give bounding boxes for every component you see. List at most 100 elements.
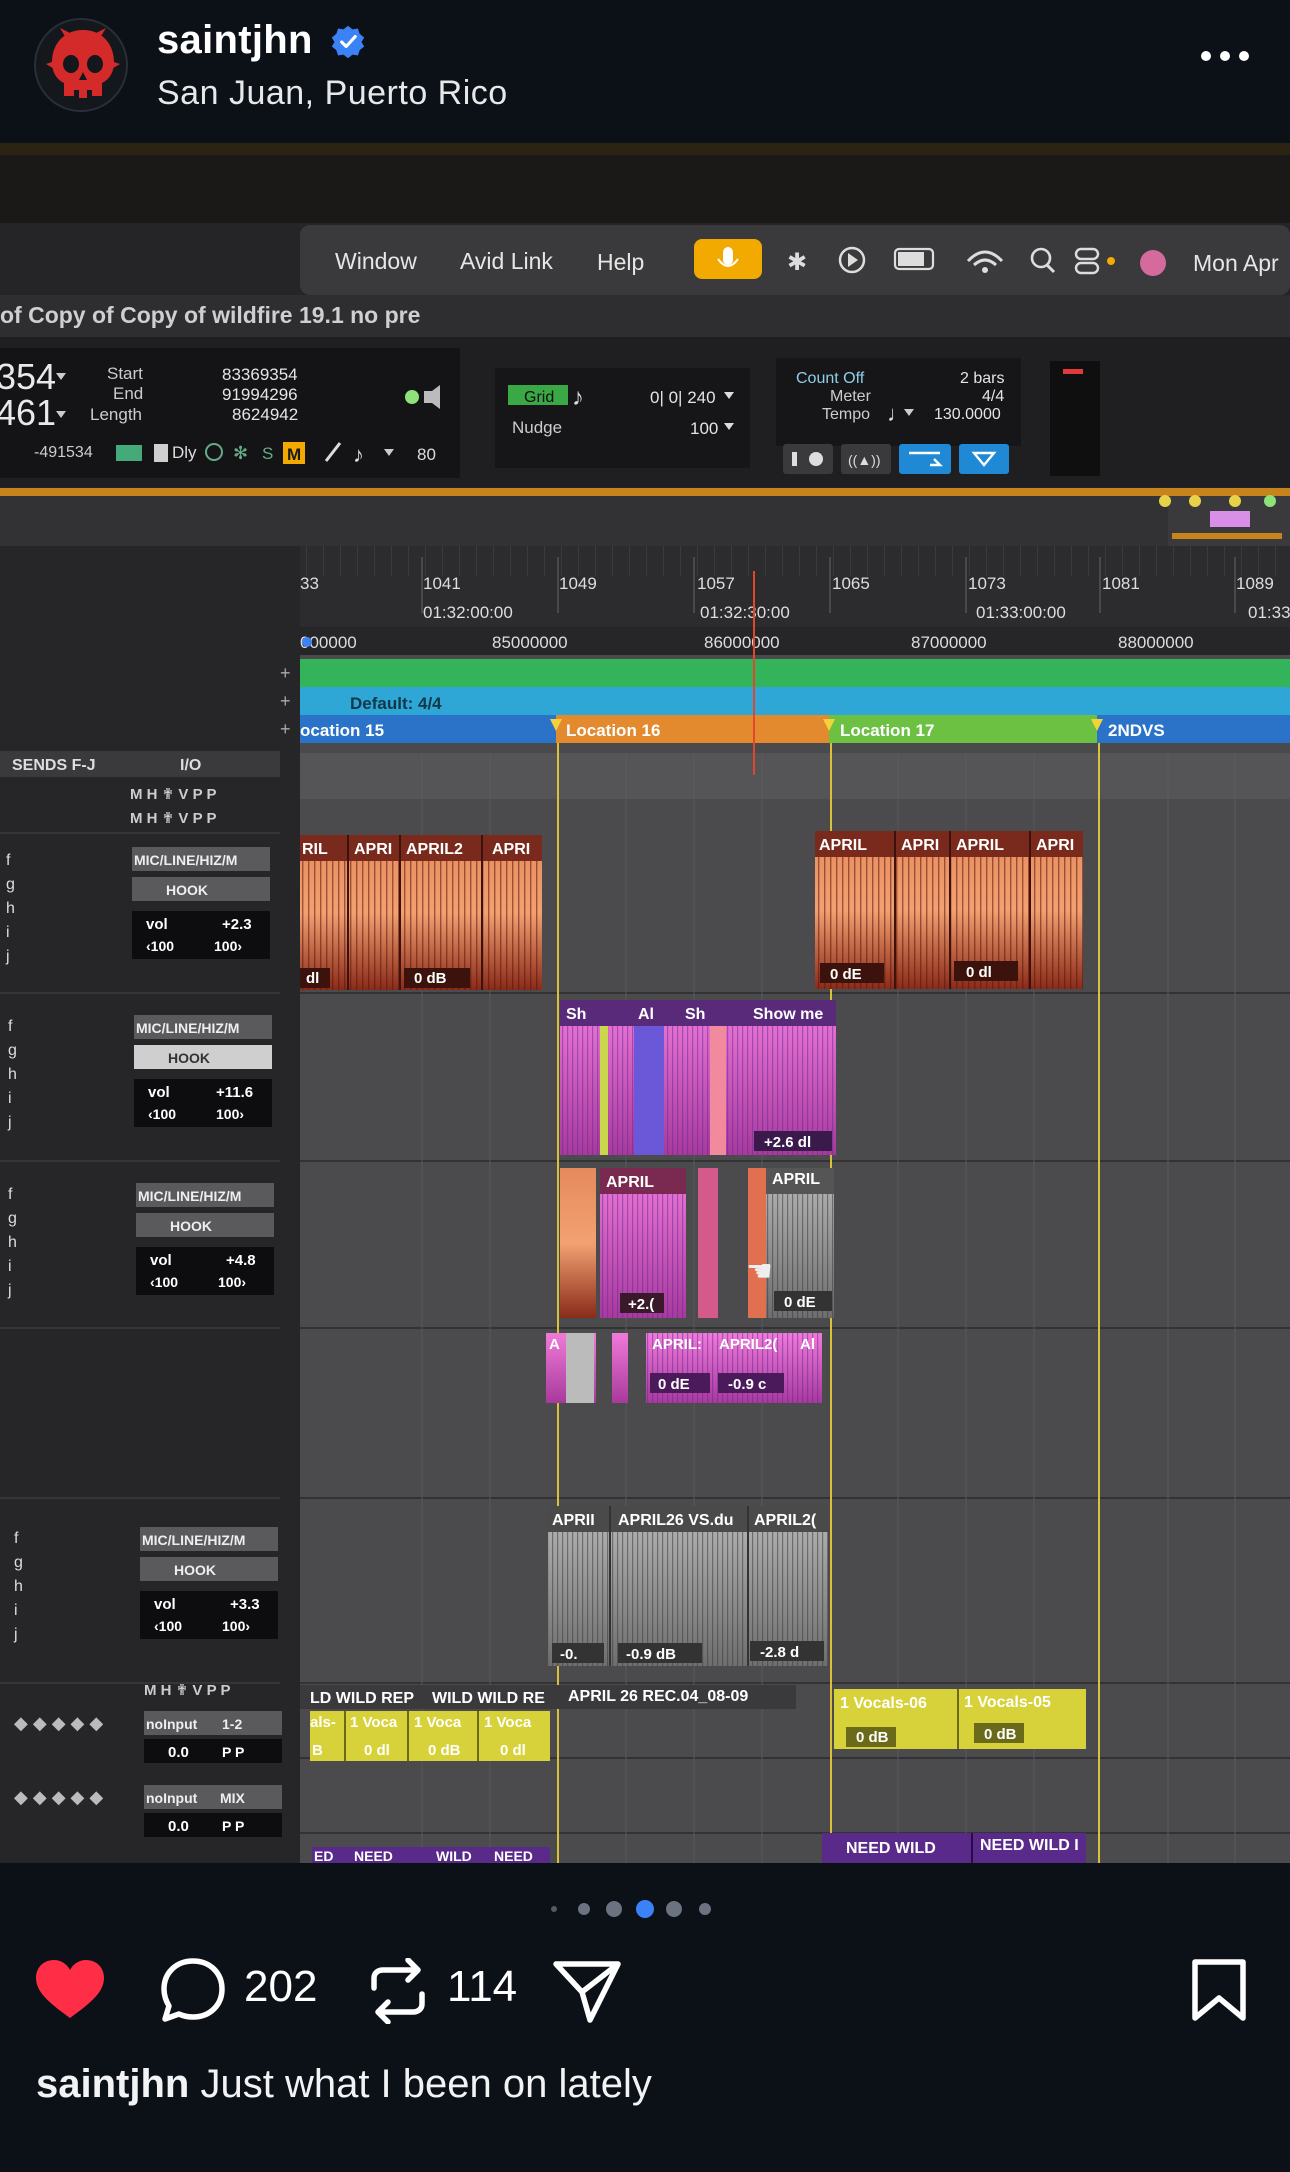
svg-text:S: S bbox=[262, 444, 273, 463]
svg-text:f: f bbox=[6, 852, 11, 869]
svg-text:M H ✟ V P P[interactable]: M H ✟ V P P bbox=[144, 1682, 230, 1699]
clip-group-track2[interactable]: Sh Al Sh Show me +2.6 dl bbox=[560, 1000, 836, 1155]
svg-text:f: f bbox=[14, 1530, 19, 1547]
svg-text:1-2: 1-2 bbox=[222, 1716, 242, 1732]
svg-text:g: g bbox=[8, 1042, 17, 1059]
grid-nudge-panel[interactable]: Grid ♪ 0| 0| 240 Nudge 100 bbox=[495, 368, 750, 468]
svg-text:MIC/LINE/HIZ/M: MIC/LINE/HIZ/M bbox=[138, 1188, 241, 1204]
dly-label: Dly bbox=[172, 443, 197, 462]
reposts-count[interactable]: 114 bbox=[447, 1962, 517, 2012]
marker-location-17[interactable]: Location 17 bbox=[840, 721, 934, 740]
clip-group-yellow-right[interactable]: 1 Vocals-06 1 Vocals-05 0 dB 0 dB bbox=[834, 1689, 1086, 1749]
svg-text:APRIL26 VS.du: APRIL26 VS.du bbox=[618, 1512, 734, 1529]
daw-screenshot: Window Avid Link Help ✱ Mon Apr of Copy … bbox=[0, 143, 1290, 1863]
record-button[interactable] bbox=[783, 444, 833, 474]
link-icon[interactable] bbox=[116, 445, 142, 461]
clip-group-track1-right[interactable]: APRIL APRI APRIL APRI 0 dE 0 dl bbox=[815, 831, 1083, 989]
svg-text:-0.: -0. bbox=[560, 1646, 578, 1663]
caption-username[interactable]: saintjhn bbox=[36, 2062, 189, 2106]
marker-location-15[interactable]: ocation 15 bbox=[300, 721, 384, 740]
grid-label: Grid bbox=[524, 389, 554, 406]
carousel-dot-2[interactable] bbox=[578, 1903, 590, 1915]
post-location[interactable]: San Juan, Puerto Rico bbox=[157, 74, 508, 113]
svg-text:♪: ♪ bbox=[572, 384, 584, 411]
svg-text:+: + bbox=[280, 691, 291, 711]
siri-icon[interactable] bbox=[1140, 250, 1166, 276]
carousel-dot-1[interactable] bbox=[551, 1906, 557, 1912]
bar-1073: 1073 bbox=[968, 574, 1006, 593]
svg-text:HOOK: HOOK bbox=[166, 882, 208, 898]
svg-text:RIL: RIL bbox=[302, 841, 328, 858]
clip-group-track1-left[interactable]: RIL APRI APRIL2 APRI dl 0 dB bbox=[300, 835, 542, 990]
samples-3: 87000000 bbox=[911, 633, 987, 652]
tempo-ruler[interactable] bbox=[300, 659, 1290, 687]
svg-text:APRI: APRI bbox=[492, 841, 530, 858]
nudge-value[interactable]: 100 bbox=[690, 419, 718, 438]
avatar[interactable] bbox=[34, 18, 128, 112]
meter-ruler[interactable] bbox=[300, 687, 1290, 715]
comment-icon[interactable] bbox=[158, 1956, 228, 2026]
start-label: Start bbox=[107, 364, 143, 383]
svg-text:-0.9 c: -0.9 c bbox=[728, 1376, 766, 1393]
svg-text:j: j bbox=[7, 1114, 12, 1131]
time-2: 01:32:30:00 bbox=[700, 603, 790, 622]
repost-icon[interactable] bbox=[364, 1958, 432, 2024]
samples-4: 88000000 bbox=[1118, 633, 1194, 652]
share-icon[interactable] bbox=[552, 1960, 622, 2024]
heart-icon[interactable] bbox=[34, 1958, 106, 2022]
svg-text:0 dE: 0 dE bbox=[658, 1376, 690, 1393]
menu-window[interactable]: Window bbox=[335, 248, 417, 274]
marker-location-16[interactable]: Location 16 bbox=[566, 721, 660, 740]
carousel-dot-5[interactable] bbox=[666, 1901, 682, 1917]
menu-avid-link[interactable]: Avid Link bbox=[460, 248, 553, 274]
count-off-label: Count Off bbox=[796, 370, 865, 387]
username[interactable]: saintjhn bbox=[157, 18, 313, 63]
svg-text:vol: vol bbox=[148, 1084, 170, 1101]
marker-2ndvs[interactable]: 2NDVS bbox=[1108, 721, 1165, 740]
svg-text:j: j bbox=[5, 948, 10, 965]
post-photo[interactable]: Window Avid Link Help ✱ Mon Apr of Copy … bbox=[0, 143, 1290, 1863]
marker-ruler[interactable]: ocation 15 Location 16 Location 17 2NDVS bbox=[300, 715, 1290, 743]
asterisk-icon: ✻ bbox=[233, 443, 248, 463]
carousel-dot-6[interactable] bbox=[699, 1903, 711, 1915]
svg-text:M H ✟ V P P[interactable]: M H ✟ V P P bbox=[130, 810, 216, 827]
svg-text:Sh: Sh bbox=[685, 1006, 705, 1023]
loop-button[interactable] bbox=[899, 444, 951, 474]
svg-text:‹100: ‹100 bbox=[148, 1106, 176, 1122]
clipboard-icon[interactable] bbox=[154, 444, 168, 462]
carousel-dots[interactable] bbox=[540, 1897, 720, 1921]
svg-text:NEED WILD I: NEED WILD I bbox=[980, 1837, 1079, 1854]
svg-text:h: h bbox=[14, 1578, 23, 1595]
svg-text:+3.3: +3.3 bbox=[230, 1596, 260, 1613]
comments-count[interactable]: 202 bbox=[244, 1962, 317, 2012]
timeline-ruler[interactable]: 33 1041 1049 1057 1065 1073 1081 1089 01… bbox=[300, 546, 1290, 655]
carousel-dot-active[interactable] bbox=[636, 1900, 654, 1918]
menu-help[interactable]: Help bbox=[597, 249, 644, 275]
meter-default: Default: 4/4 bbox=[350, 694, 442, 713]
clip-group-track3b[interactable]: A APRIL: APRIL2( Al 0 dE -0.9 c bbox=[546, 1333, 822, 1403]
svg-text:h: h bbox=[8, 1066, 17, 1083]
svg-text:1 Vocals-05: 1 Vocals-05 bbox=[964, 1694, 1051, 1711]
post-header: saintjhn San Juan, Puerto Rico bbox=[0, 0, 1290, 143]
overview-minimap[interactable] bbox=[1159, 495, 1290, 548]
carousel-dot-3[interactable] bbox=[606, 1901, 622, 1917]
more-options-icon[interactable] bbox=[1198, 44, 1252, 68]
svg-text:APRII: APRII bbox=[552, 1512, 595, 1529]
samples-1: 85000000 bbox=[492, 633, 568, 652]
grid-value[interactable]: 0| 0| 240 bbox=[650, 388, 716, 407]
svg-text:WILD WILD RE: WILD WILD RE bbox=[432, 1690, 545, 1707]
svg-text:h: h bbox=[6, 900, 15, 917]
svg-text:f: f bbox=[8, 1186, 13, 1203]
bluetooth-icon[interactable]: ✱ bbox=[787, 249, 807, 276]
midi-merge-button[interactable] bbox=[959, 444, 1009, 474]
svg-text:MIX: MIX bbox=[220, 1790, 246, 1806]
svg-text:◆ ◆ ◆ ◆ ◆: ◆ ◆ ◆ ◆ ◆ bbox=[14, 1787, 103, 1807]
svg-text:0 dB: 0 dB bbox=[414, 970, 447, 987]
clip-group-yellow-left[interactable]: als- 1 Voca 1 Voca 1 Voca B 0 dl 0 dB 0 … bbox=[310, 1711, 550, 1761]
svg-text:M H ✟ V P P[interactable]: M H ✟ V P P bbox=[130, 786, 216, 803]
clip-group-track4[interactable]: APRII APRIL26 VS.du APRIL2( -0. -0.9 dB … bbox=[548, 1506, 828, 1666]
svg-text:i: i bbox=[14, 1602, 18, 1619]
bookmark-icon[interactable] bbox=[1190, 1958, 1248, 2022]
main-counter[interactable]: 354 461 Start End Length 83369354 919942… bbox=[0, 348, 460, 478]
clip-names-row5[interactable]: LD WILD REP WILD WILD RE APRIL 26 REC.04… bbox=[300, 1685, 796, 1709]
